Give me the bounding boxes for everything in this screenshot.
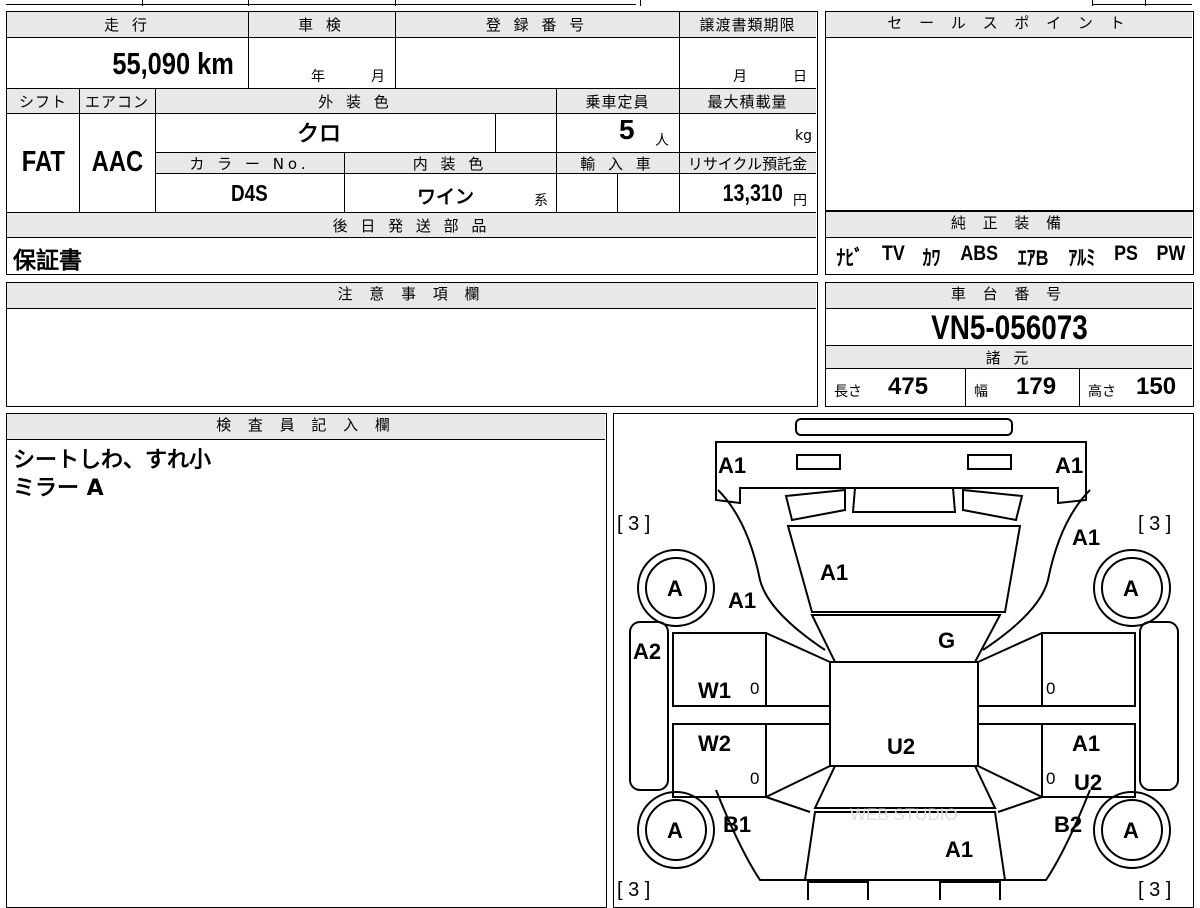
- exterior-value: クロ: [297, 121, 342, 146]
- car-diagram: WEB STUDIO A1 A1 A1 A1 A1 G A2 W1 W2 U2 …: [617, 418, 1179, 900]
- tire-fr: A: [1123, 576, 1139, 601]
- mileage-value: 55,090 km: [112, 46, 234, 81]
- equipment-item: ABS: [959, 242, 998, 265]
- equipment-item: PS: [1113, 242, 1138, 265]
- code-quarter-left: B1: [723, 812, 751, 837]
- spec-table: 走 行 車 検 登 録 番 号 譲渡書類期限 55,090 km 年 月 月 日…: [6, 11, 818, 275]
- zero-fr: 0: [1046, 679, 1055, 698]
- sales-point-box: セ ー ル ス ポ イ ン ト: [825, 11, 1194, 211]
- tread-fr: [ 3 ]: [1138, 513, 1171, 535]
- code-door-fl: W1: [698, 678, 731, 703]
- width-value: 179: [1016, 373, 1057, 400]
- interior-suffix: 系: [534, 193, 548, 209]
- equipment-box: 純 正 装 備 ﾅﾋﾞ TV ｶﾜ ABS ｴｱB ｱﾙﾐ PS PW: [825, 211, 1194, 275]
- dimensions-label: 諸 元: [985, 349, 1033, 367]
- capacity-unit: 人: [655, 133, 669, 149]
- inspector-line-2: ミラー A: [13, 476, 104, 501]
- zero-rr: 0: [1046, 769, 1055, 788]
- recycle-value: 13,310: [722, 180, 783, 207]
- maxload-label: 最大積載量: [707, 93, 788, 111]
- equipment-list: ﾅﾋﾞ TV ｶﾜ ABS ｴｱB ｱﾙﾐ PS PW: [834, 242, 1188, 272]
- code-door-rr2: U2: [1074, 770, 1102, 795]
- transfer-day: 日: [793, 69, 807, 85]
- notes-label: 注 意 事 項 欄: [7, 283, 816, 309]
- code-roof: U2: [887, 734, 915, 759]
- equipment-item: TV: [881, 242, 905, 265]
- recycle-unit: 円: [793, 193, 807, 209]
- height-value: 150: [1136, 373, 1177, 400]
- code-quarter-right: B2: [1054, 812, 1082, 837]
- later-parts-value: 保証書: [13, 247, 82, 273]
- code-pillar-left: A2: [633, 639, 661, 664]
- color-no-label: カ ラ ー No.: [189, 155, 310, 173]
- code-fender-right: A1: [1072, 525, 1100, 550]
- aircon-value: AAC: [91, 146, 143, 178]
- inspection-year: 年: [311, 69, 325, 85]
- later-parts-label: 後 日 発 送 部 品: [332, 217, 491, 235]
- code-trunk: A1: [945, 837, 973, 862]
- top-strip: [0, 0, 1200, 6]
- chassis-box: 車 台 番 号 VN5-056073 諸 元 長さ 475 幅 179 高さ 1…: [825, 282, 1194, 407]
- height-label: 高さ: [1088, 384, 1116, 400]
- watermark: WEB STUDIO: [850, 805, 958, 824]
- interior-label: 内 装 色: [412, 155, 488, 173]
- equipment-item: ﾅﾋﾞ: [836, 247, 864, 270]
- inspector-label: 検 査 員 記 入 欄: [7, 414, 605, 440]
- length-label: 長さ: [834, 384, 862, 400]
- tread-fl: [ 3 ]: [617, 513, 650, 535]
- code-hood: A1: [820, 560, 848, 585]
- recycle-label: リサイクル預託金: [687, 155, 808, 173]
- code-front-left: A1: [718, 453, 746, 478]
- exterior-label: 外 装 色: [318, 93, 393, 111]
- tire-rl: A: [667, 818, 683, 843]
- tread-rl: [ 3 ]: [617, 879, 650, 900]
- tread-rr: [ 3 ]: [1138, 879, 1171, 900]
- equipment-item: ｶﾜ: [922, 247, 941, 270]
- code-door-rl: W2: [698, 731, 731, 756]
- inspector-box: 検 査 員 記 入 欄 シートしわ、すれ小 ミラー A: [6, 413, 607, 908]
- equipment-item: ｴｱB: [1017, 247, 1049, 270]
- transfer-label: 譲渡書類期限: [699, 16, 796, 34]
- equipment-item: PW: [1156, 242, 1186, 265]
- transfer-month: 月: [733, 69, 747, 85]
- equipment-item: ｱﾙﾐ: [1068, 247, 1095, 270]
- capacity-value: 5: [619, 114, 635, 145]
- tire-fl: A: [667, 576, 683, 601]
- code-front-right: A1: [1055, 453, 1083, 478]
- zero-fl: 0: [750, 679, 759, 698]
- width-label: 幅: [974, 384, 988, 400]
- code-fender-left: A1: [728, 588, 756, 613]
- zero-rl: 0: [750, 769, 759, 788]
- maxload-unit: kg: [795, 128, 812, 144]
- equipment-label: 純 正 装 備: [826, 212, 1192, 238]
- tire-rr: A: [1123, 818, 1139, 843]
- code-door-rr: A1: [1072, 731, 1100, 756]
- color-no-value: D4S: [231, 180, 268, 206]
- chassis-value: VN5-056073: [930, 309, 1088, 347]
- interior-value: ワイン: [417, 187, 475, 208]
- chassis-label: 車 台 番 号: [826, 283, 1192, 309]
- code-windshield: G: [938, 628, 955, 653]
- sales-point-label: セ ー ル ス ポ イ ン ト: [826, 12, 1192, 38]
- notes-box: 注 意 事 項 欄: [6, 282, 818, 407]
- shift-value: FAT: [21, 146, 65, 178]
- inspection-month: 月: [371, 69, 385, 85]
- length-value: 475: [888, 373, 929, 400]
- aircon-label: エアコン: [84, 93, 149, 111]
- mileage-label: 走 行: [104, 16, 151, 34]
- shift-label: シフト: [18, 93, 67, 111]
- inspection-label: 車 検: [298, 16, 345, 34]
- registration-label: 登 録 番 号: [485, 16, 589, 34]
- import-label: 輸 入 車: [580, 155, 655, 173]
- capacity-label: 乗車定員: [585, 93, 650, 111]
